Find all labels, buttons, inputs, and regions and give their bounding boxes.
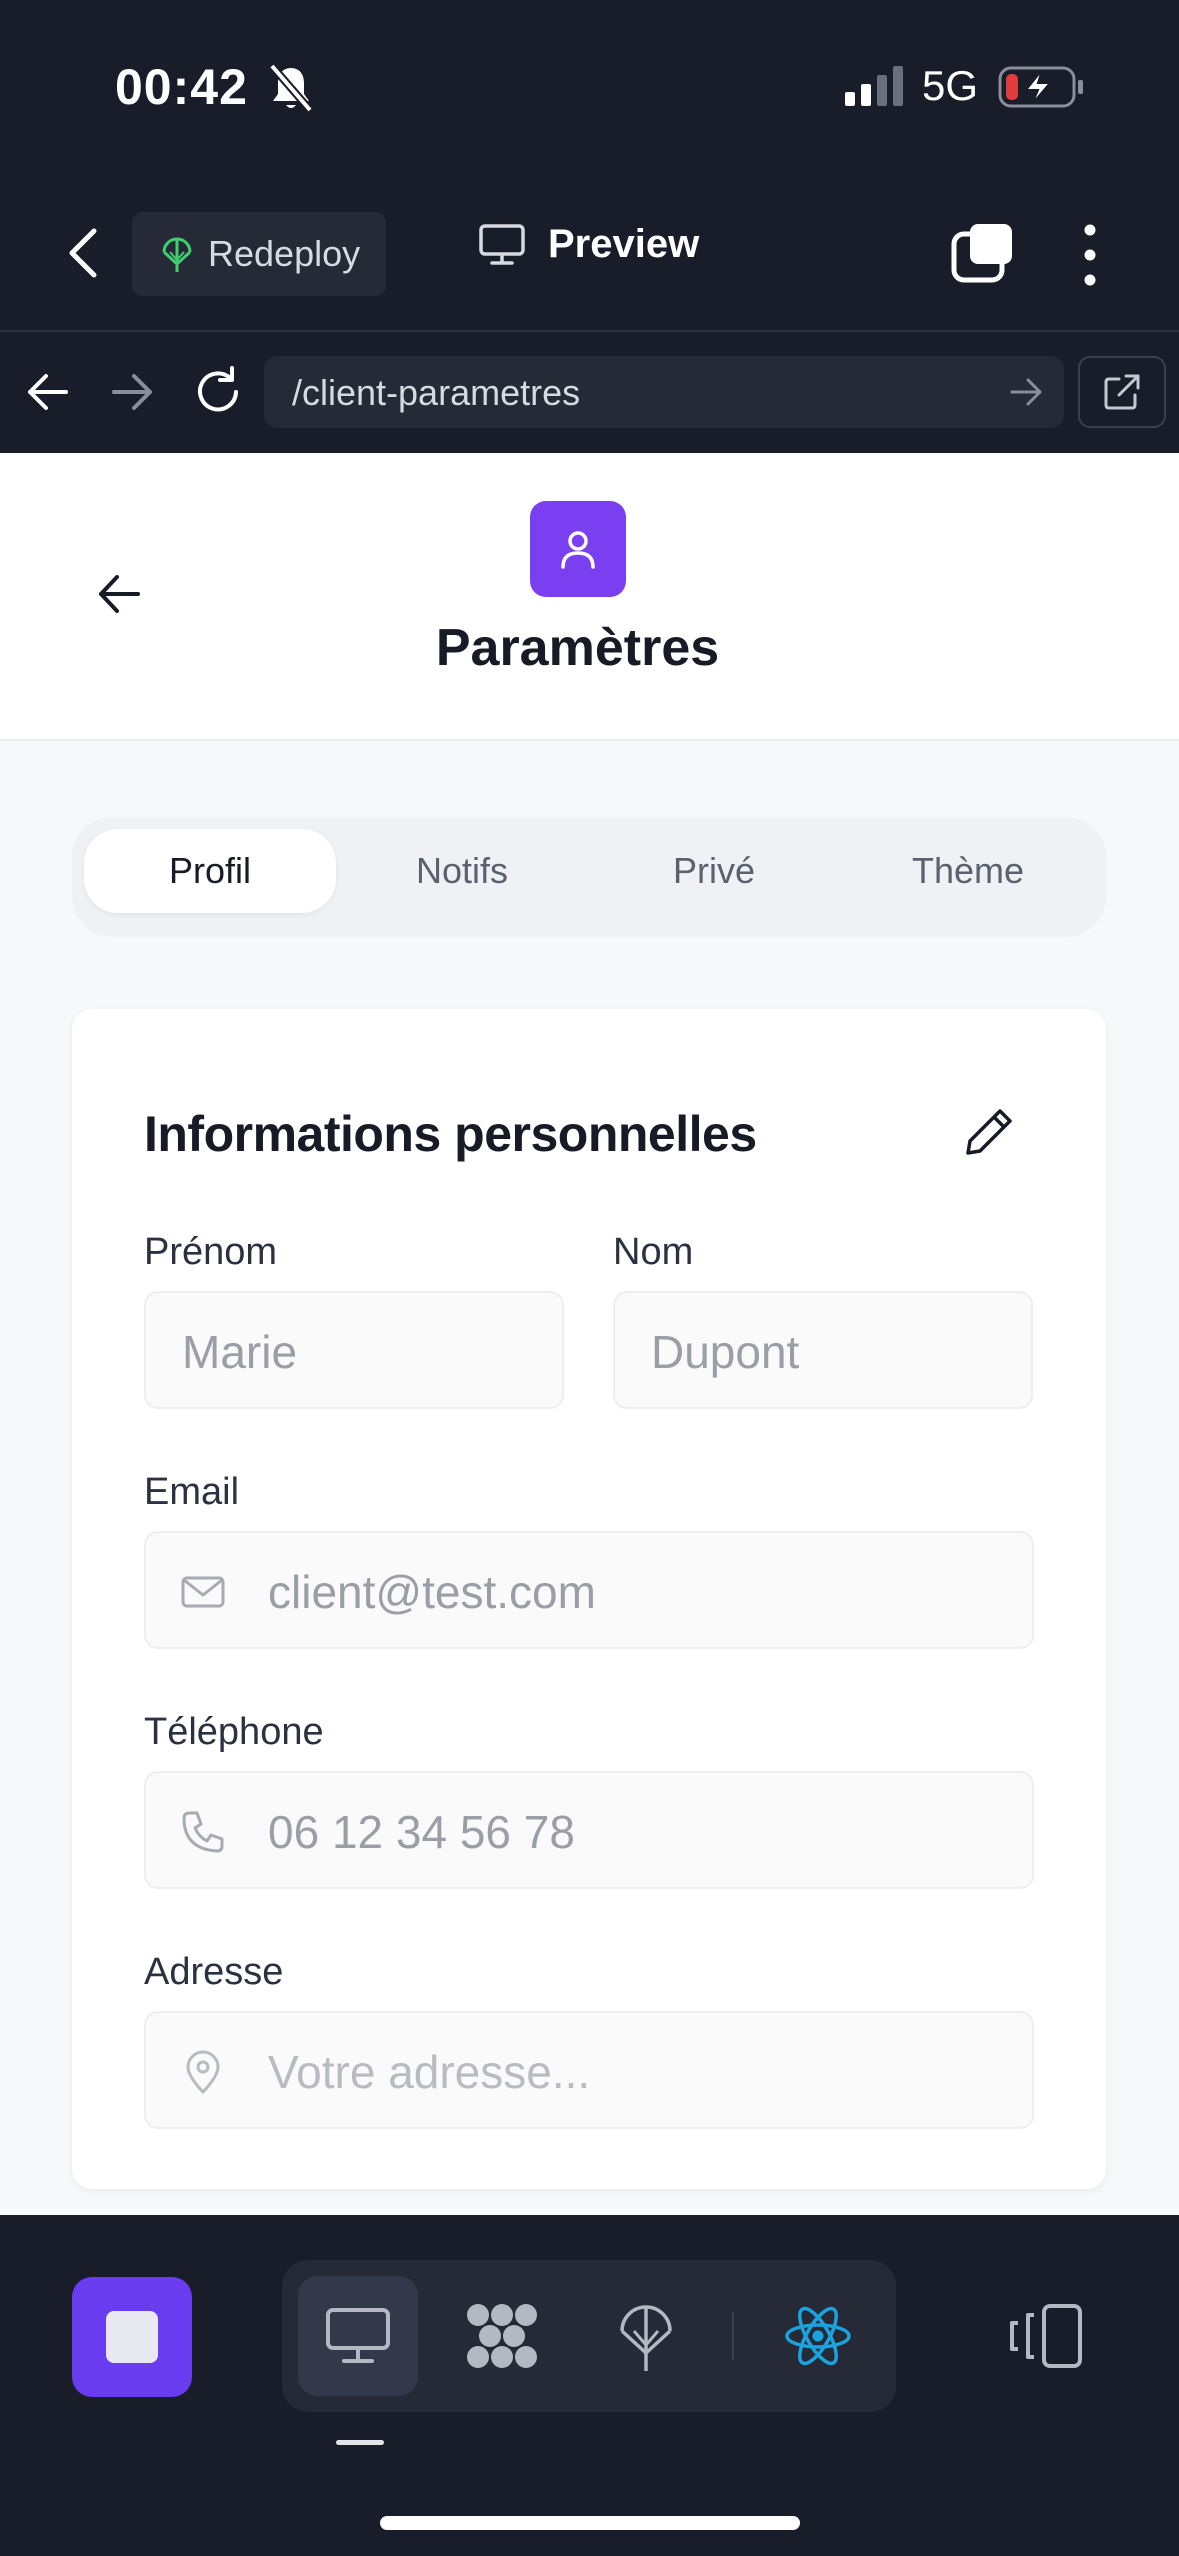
desktop-view-button[interactable] (298, 2276, 418, 2396)
battery-charging-icon (998, 66, 1083, 108)
header-divider (0, 330, 1179, 332)
page-header: Paramètres (0, 453, 1179, 741)
preview-label: Preview (548, 222, 700, 266)
email-value: client@test.com (268, 1566, 596, 1618)
active-indicator (336, 2440, 384, 2445)
first-name-field[interactable]: Marie (144, 1291, 564, 1409)
email-field[interactable]: client@test.com (144, 1531, 1034, 1649)
mail-icon (181, 1576, 225, 1608)
stop-icon (106, 2311, 158, 2363)
page-content: Paramètres Profil Notifs Privé Thème Inf… (0, 453, 1179, 2215)
personal-info-card: Informations personnelles Prénom Marie N… (72, 1009, 1106, 2189)
tab-notifs[interactable]: Notifs (336, 829, 588, 913)
edit-pencil-icon[interactable] (962, 1105, 1016, 1159)
redeploy-label: Redeploy (208, 233, 361, 274)
external-link-icon (1104, 374, 1140, 410)
phone-value: 06 12 34 56 78 (268, 1806, 575, 1858)
user-logo (530, 501, 626, 597)
device-preview-icon[interactable] (1008, 2303, 1088, 2369)
address-field[interactable]: Votre adresse... (144, 2011, 1034, 2129)
tab-theme[interactable]: Thème (842, 829, 1094, 913)
back-chevron-icon[interactable] (60, 225, 108, 281)
address-label: Adresse (144, 1951, 284, 1993)
home-indicator[interactable] (380, 2516, 800, 2530)
nav-back-icon[interactable] (24, 370, 72, 414)
map-pin-icon (186, 2050, 220, 2094)
open-external-button[interactable] (1078, 356, 1166, 428)
back-arrow-icon[interactable] (96, 573, 142, 615)
tab-profil[interactable]: Profil (84, 829, 336, 913)
user-icon (561, 531, 595, 569)
first-name-label: Prénom (144, 1231, 278, 1273)
card-title: Informations personnelles (144, 1106, 757, 1162)
view-switcher (282, 2260, 896, 2412)
phone-icon (182, 1811, 224, 1853)
components-view-button[interactable] (442, 2276, 562, 2396)
redeploy-icon (162, 237, 192, 272)
last-name-label: Nom (613, 1231, 694, 1273)
nav-forward-icon[interactable] (108, 370, 156, 414)
last-name-field[interactable]: Dupont (613, 1291, 1033, 1409)
pill-separator (732, 2312, 734, 2360)
preview-tab[interactable]: Preview (478, 222, 699, 267)
redeploy-button[interactable]: Redeploy (132, 212, 386, 296)
settings-tabs: Profil Notifs Privé Thème (72, 817, 1106, 937)
deploy-icon (620, 2305, 672, 2371)
url-text: /client-parametres (292, 372, 581, 413)
stop-button[interactable] (72, 2277, 192, 2397)
tab-prive[interactable]: Privé (588, 829, 840, 913)
bell-muted-icon (268, 63, 314, 113)
monitor-icon (326, 2308, 390, 2363)
react-icon (785, 2306, 851, 2366)
bottom-toolbar (0, 2215, 1179, 2556)
email-label: Email (144, 1471, 240, 1513)
deploy-view-button[interactable] (586, 2276, 706, 2396)
react-view-button[interactable] (758, 2276, 878, 2396)
signal-icon (845, 66, 903, 106)
url-go-icon[interactable] (1006, 374, 1046, 410)
tabs-icon[interactable] (950, 222, 1014, 284)
first-name-value: Marie (182, 1326, 298, 1378)
more-menu-icon[interactable] (1070, 222, 1110, 288)
phone-label: Téléphone (144, 1711, 324, 1753)
status-time: 00:42 (115, 59, 248, 115)
reload-icon[interactable] (192, 366, 244, 418)
phone-field[interactable]: 06 12 34 56 78 (144, 1771, 1034, 1889)
address-placeholder: Votre adresse... (268, 2046, 591, 2098)
network-label: 5G (922, 62, 979, 109)
components-icon (467, 2304, 537, 2368)
last-name-value: Dupont (651, 1326, 800, 1378)
monitor-icon (479, 223, 525, 265)
page-title: Paramètres (435, 619, 720, 677)
